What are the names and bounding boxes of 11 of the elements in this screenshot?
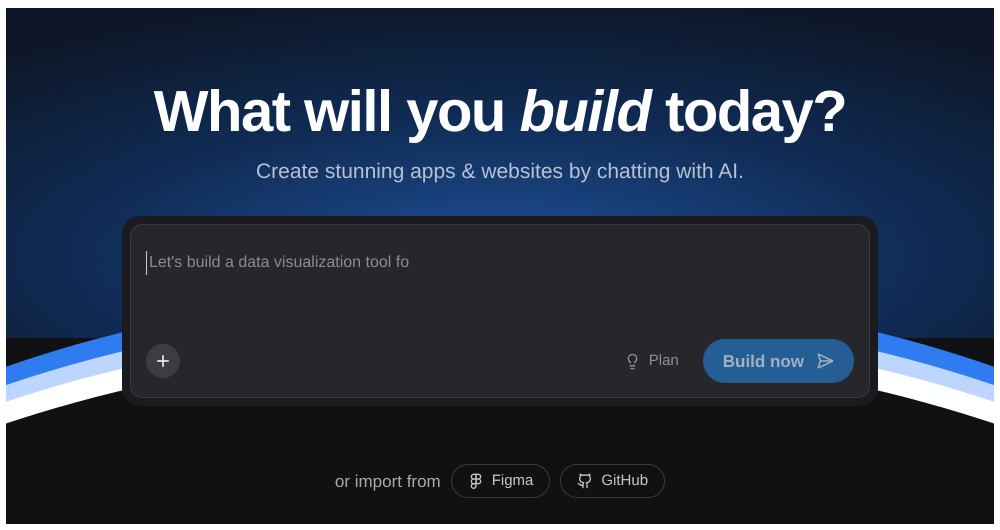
plan-button[interactable]: Plan (616, 350, 687, 373)
prompt-input[interactable]: Let's build a data visualization tool fo (146, 251, 854, 276)
add-button[interactable] (146, 344, 180, 378)
github-icon (577, 473, 594, 490)
import-source-button[interactable]: GitHub (560, 464, 666, 498)
import-source-button[interactable]: Figma (450, 464, 550, 498)
figma-icon (468, 473, 484, 490)
headline: What will you build today? (154, 80, 846, 144)
subtitle: Create stunning apps & websites by chatting with AI. (256, 158, 744, 185)
import-label: or import from (334, 470, 441, 493)
send-icon (816, 352, 834, 370)
